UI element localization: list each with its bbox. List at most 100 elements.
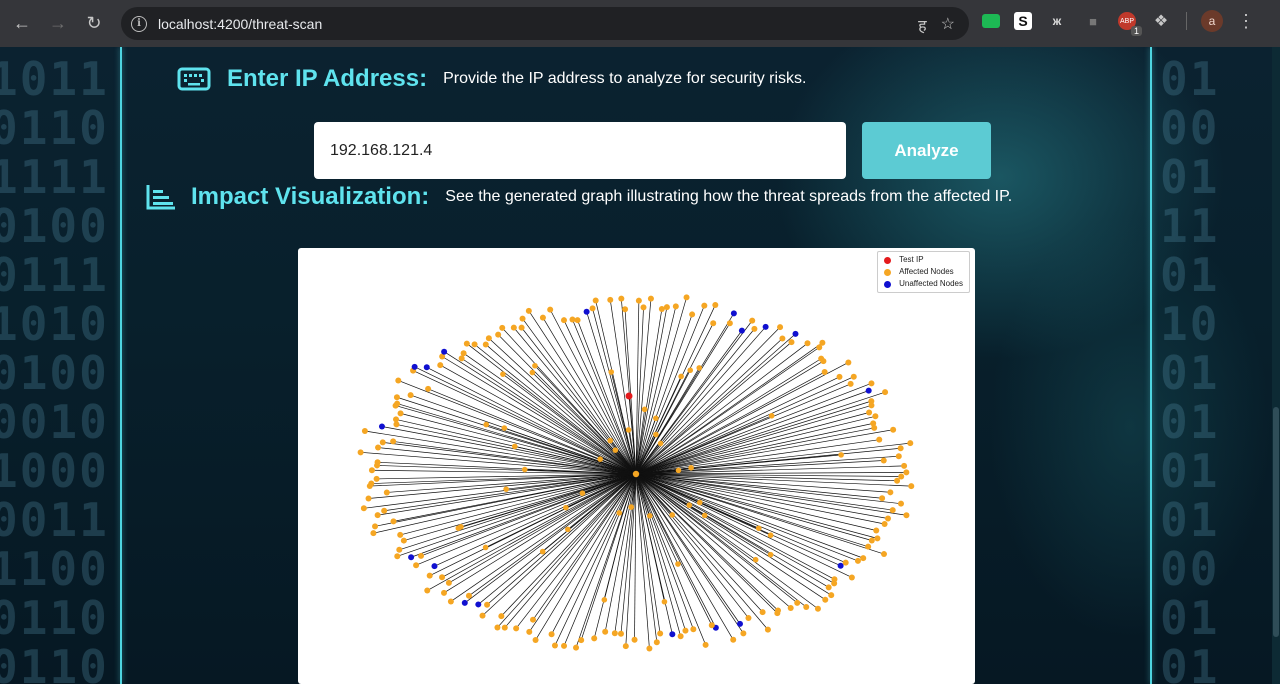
graph-node — [682, 627, 689, 634]
viz-section-title: Impact Visualization: — [191, 183, 430, 210]
graph-node — [407, 392, 414, 399]
graph-node — [889, 507, 896, 514]
graph-edge — [635, 473, 749, 619]
address-bar[interactable]: i localhost:4200/threat-scan ह ☆ — [121, 7, 969, 40]
graph-node — [500, 371, 506, 377]
adblock-badge: 1 — [1130, 26, 1142, 36]
graph-node — [379, 439, 386, 446]
threat-scan-page: 1011 0110 1111 0100 0111 1010 0100 0010 … — [0, 47, 1280, 684]
graph-node — [569, 316, 576, 323]
graph-node — [686, 502, 693, 509]
graph-node — [424, 587, 431, 594]
graph-node — [447, 598, 454, 605]
graph-node — [390, 438, 397, 445]
graph-node — [821, 369, 828, 376]
graph-node — [592, 297, 599, 304]
graph-node — [460, 350, 467, 357]
graph-node — [837, 562, 844, 569]
graph-node — [441, 348, 448, 355]
legend-marker — [884, 268, 892, 276]
graph-node — [828, 592, 835, 599]
graph-node — [712, 301, 719, 308]
graph-edge — [549, 309, 637, 475]
bookmark-star-icon[interactable]: ☆ — [941, 14, 955, 36]
graph-node — [578, 637, 585, 644]
keyboard-icon — [177, 66, 211, 92]
graph-node — [792, 330, 799, 337]
scrollbar-thumb[interactable] — [1273, 407, 1279, 637]
translate-icon[interactable]: ह — [918, 14, 927, 36]
ip-address-input[interactable] — [314, 122, 846, 179]
graph-edge — [434, 473, 637, 567]
graph-node — [394, 400, 401, 407]
url-text[interactable]: localhost:4200/threat-scan — [158, 16, 322, 32]
graph-node — [907, 440, 914, 447]
graph-node — [378, 423, 385, 430]
graph-node — [479, 612, 486, 619]
graph-node — [751, 325, 758, 332]
graph-node — [871, 424, 878, 431]
menu-kebab-icon[interactable]: ⋮ — [1237, 11, 1255, 32]
left-accent-line — [120, 47, 122, 684]
graph-node — [767, 551, 774, 558]
graph-node — [518, 324, 525, 331]
graph-node — [574, 317, 581, 324]
forward-arrow-icon[interactable]: → — [40, 6, 76, 42]
graph-node — [653, 639, 660, 646]
graph-node — [779, 335, 786, 342]
graph-node — [764, 626, 771, 633]
graph-node — [361, 428, 368, 435]
s-extension-icon[interactable]: S — [1014, 12, 1032, 30]
profile-avatar[interactable]: a — [1201, 10, 1223, 32]
right-accent-line — [1150, 47, 1152, 684]
graph-node — [445, 579, 452, 586]
graph-node — [887, 489, 894, 496]
graph-node — [738, 327, 745, 334]
analyze-button[interactable]: Analyze — [862, 122, 991, 179]
graph-node — [882, 389, 889, 396]
graph-node — [482, 341, 489, 348]
green-extension-icon[interactable] — [982, 14, 1000, 28]
graph-node — [423, 364, 430, 371]
graph-node — [539, 314, 546, 321]
graph-node — [360, 505, 367, 512]
adblock-extension-icon[interactable]: ABP 1 — [1118, 12, 1142, 36]
graph-node — [465, 592, 472, 599]
graph-node — [597, 456, 603, 462]
page-scrollbar[interactable] — [1272, 47, 1280, 684]
graph-node — [483, 421, 490, 428]
graph-node — [901, 462, 908, 469]
viz-section-header: Impact Visualization: See the generated … — [145, 183, 1012, 211]
graph-node — [653, 415, 659, 422]
graph-node — [357, 449, 364, 456]
graph-node — [788, 339, 795, 346]
graph-node — [397, 410, 404, 417]
graph-node — [860, 555, 867, 562]
robot-extension-icon[interactable]: ■ — [1082, 10, 1104, 32]
graph-edge — [635, 473, 734, 640]
graph-node — [646, 645, 653, 652]
graph-node — [440, 589, 447, 596]
graph-node — [498, 613, 505, 620]
extensions-puzzle-icon[interactable]: ❖ — [1150, 10, 1172, 32]
graph-node — [767, 532, 774, 539]
back-arrow-icon[interactable]: ← — [4, 6, 40, 42]
graph-node — [484, 601, 491, 608]
graph-node — [394, 553, 401, 560]
graph-node — [501, 624, 508, 631]
graph-edge — [635, 390, 869, 475]
graph-node — [396, 546, 403, 553]
graph-node — [374, 512, 381, 519]
graph-node — [471, 341, 478, 348]
graph-node — [641, 406, 648, 413]
reload-icon[interactable]: ↻ — [76, 6, 112, 42]
graph-node — [879, 495, 886, 502]
graph-node — [669, 512, 676, 518]
site-info-icon[interactable]: i — [131, 15, 147, 32]
graph-node — [539, 548, 546, 555]
graph-node — [393, 416, 400, 423]
graph-node — [482, 544, 489, 551]
graph-node — [475, 601, 482, 608]
graph-node — [526, 628, 533, 635]
text-extension-icon[interactable]: ж — [1046, 10, 1068, 32]
